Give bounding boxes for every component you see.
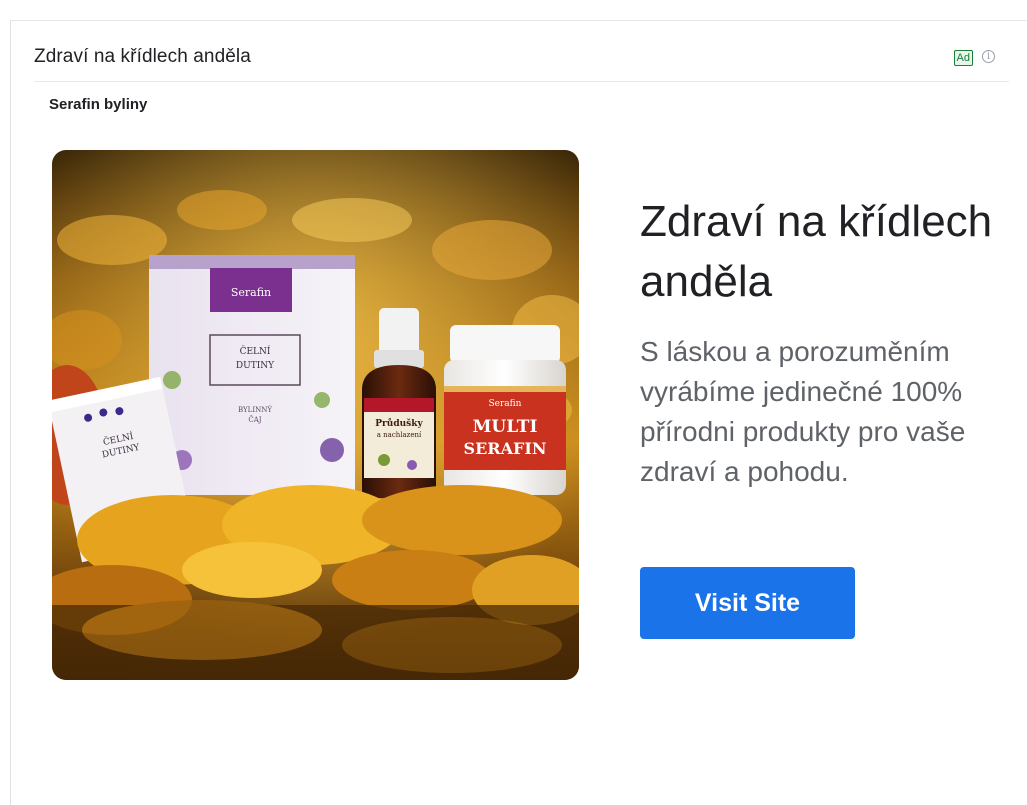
product-image[interactable]: Serafin ČELNÍ DUTINY BYLINNÝ ČAJ ČELNÍ D…: [52, 150, 579, 680]
visit-site-button[interactable]: Visit Site: [640, 567, 855, 639]
ad-card: Zdraví na křídlech anděla Ad i Serafin b…: [0, 0, 1027, 805]
card-left-border: [10, 20, 11, 805]
info-icon[interactable]: i: [982, 50, 995, 63]
svg-text:ČELNÍ: ČELNÍ: [240, 345, 271, 357]
svg-text:a nachlazení: a nachlazení: [377, 431, 422, 439]
svg-text:Serafin: Serafin: [231, 286, 271, 299]
card-top-border: [10, 20, 1027, 21]
ad-description: S láskou a porozuměním vyrábíme jedinečn…: [640, 336, 966, 487]
svg-text:ČAJ: ČAJ: [248, 415, 261, 424]
svg-text:BYLINNÝ: BYLINNÝ: [238, 405, 272, 414]
svg-text:Serafin: Serafin: [489, 399, 522, 409]
ad-headline[interactable]: Zdraví na křídlech anděla: [640, 192, 1010, 312]
header-divider: [34, 81, 1009, 82]
advertiser-name[interactable]: Serafin byliny: [49, 96, 147, 113]
svg-text:DUTINY: DUTINY: [236, 361, 275, 371]
ad-badge: Ad: [953, 50, 973, 66]
svg-text:SERAFIN: SERAFIN: [464, 439, 547, 458]
ad-header: Zdraví na křídlech anděla Ad i: [34, 38, 1009, 82]
header-title[interactable]: Zdraví na křídlech anděla: [34, 46, 251, 68]
svg-text:MULTI: MULTI: [473, 417, 538, 437]
svg-text:Průdušky: Průdušky: [375, 418, 423, 429]
